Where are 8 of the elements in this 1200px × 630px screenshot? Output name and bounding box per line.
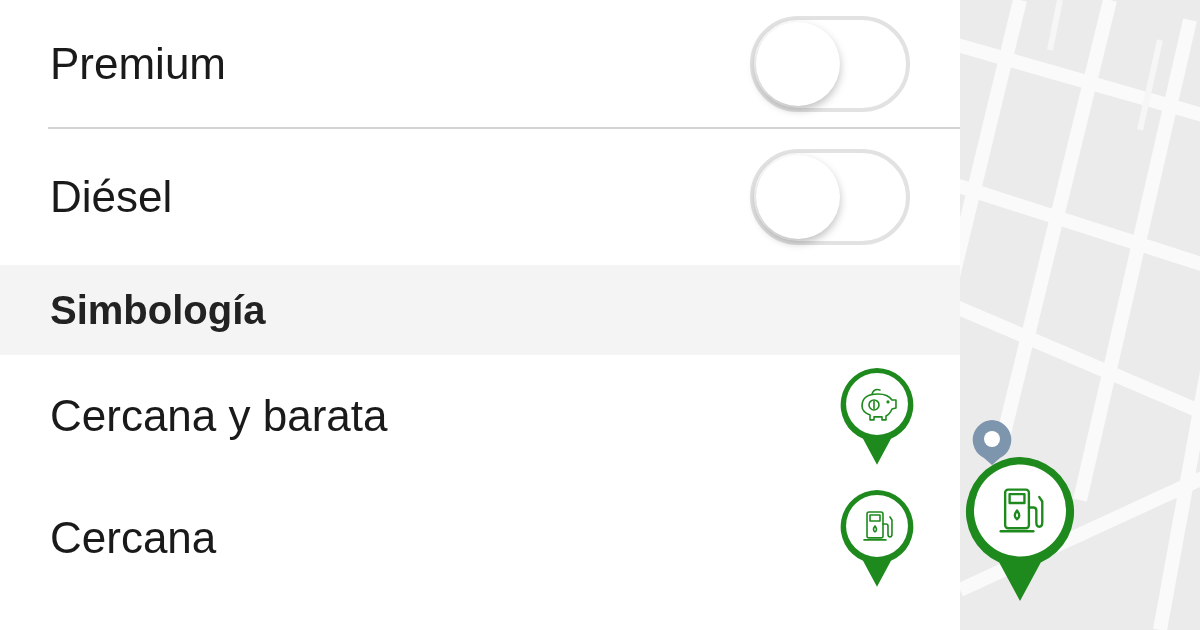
fuel-pump-pin-icon [838,488,916,588]
legend-label: Cercana y barata [50,391,388,441]
fuel-type-label: Premium [50,38,227,89]
location-pin-icon [970,418,1014,466]
piggy-bank-pin-icon [838,366,916,466]
fuel-type-label: Diésel [50,172,173,222]
section-title: Simbología [50,287,266,333]
legend-label: Cercana [50,513,217,563]
